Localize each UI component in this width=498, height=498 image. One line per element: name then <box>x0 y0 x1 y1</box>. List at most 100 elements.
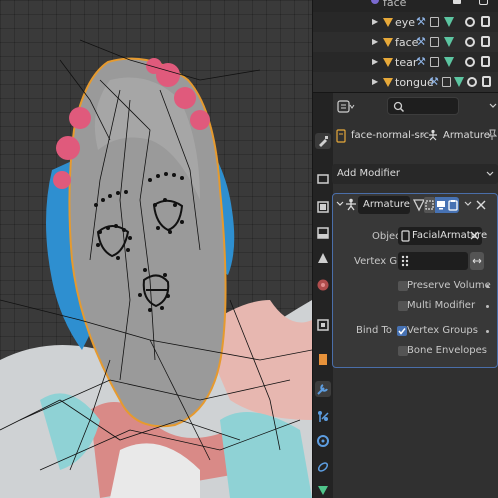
arrows-swap-icon <box>472 258 482 264</box>
constraints-icon <box>317 462 329 472</box>
properties-tab-bar <box>313 93 333 498</box>
vertex-group-field[interactable] <box>398 252 468 270</box>
eye-visibility-icon[interactable] <box>467 77 477 87</box>
outliner-row-face-armature[interactable]: face <box>313 0 498 12</box>
bind-to-label: Bind To <box>356 325 393 336</box>
chevron-down-icon <box>486 171 494 176</box>
add-modifier-button[interactable]: Add Modifier <box>332 164 498 184</box>
data-icon <box>430 17 439 27</box>
expand-triangle-icon[interactable]: ▶ <box>372 58 380 66</box>
breadcrumb-object-name: face-normal-src <box>351 130 430 141</box>
tab-world[interactable] <box>315 277 331 293</box>
tab-object[interactable] <box>315 351 331 367</box>
expand-triangle-icon[interactable]: ▶ <box>372 78 380 86</box>
render-icon <box>317 174 329 184</box>
wrench-modifier-icon: ⚒ <box>416 15 426 28</box>
search-icon <box>393 101 405 113</box>
tab-render[interactable] <box>315 171 331 187</box>
scene-icon <box>318 253 328 263</box>
tab-modifiers[interactable] <box>315 381 331 397</box>
tab-view-layer[interactable] <box>315 225 331 241</box>
outliner-row-face[interactable]: ▶ face ⚒ <box>313 32 498 52</box>
outliner-row-tongue[interactable]: ▶ tongue ⚒ <box>313 72 498 92</box>
object-icon <box>401 230 410 242</box>
wrench-modifier-icon: ⚒ <box>416 35 426 48</box>
output-icon <box>317 201 329 213</box>
outliner-row-tear[interactable]: ▶ tear ⚒ <box>313 52 498 72</box>
mesh-data-icon <box>318 486 328 495</box>
outliner-item-label: eye <box>395 15 416 29</box>
wrench-icon <box>317 384 328 395</box>
outliner-panel[interactable]: face ▶ eye ⚒ ▶ face ⚒ ▶ tear ⚒ ▶ tongue … <box>312 0 498 92</box>
tab-constraints[interactable] <box>315 459 331 475</box>
expand-triangle-icon[interactable]: ▶ <box>372 38 380 46</box>
camera-render-icon[interactable] <box>482 76 491 87</box>
tab-scene[interactable] <box>315 251 331 267</box>
animate-property-dot[interactable] <box>486 330 489 333</box>
expand-triangle-icon[interactable]: ▶ <box>372 18 380 26</box>
mesh-object-icon <box>383 57 393 67</box>
vertex-groups-checkbox[interactable] <box>397 326 407 336</box>
checkbox-icon[interactable] <box>453 0 461 4</box>
animate-property-dot[interactable] <box>486 305 489 308</box>
pin-icon[interactable] <box>487 129 497 141</box>
checkmark-icon <box>398 328 406 335</box>
wrench-modifier-icon: ⚒ <box>416 55 426 68</box>
clear-icon[interactable] <box>470 231 479 240</box>
data-icon <box>430 37 439 47</box>
cage-icon <box>425 200 434 210</box>
cage-toggle[interactable] <box>424 197 435 213</box>
viewport-scene <box>0 39 312 498</box>
chevron-down-icon[interactable] <box>489 103 497 109</box>
breadcrumb-separator: › <box>421 130 425 141</box>
data-icon <box>442 77 451 87</box>
editor-type-icon[interactable] <box>337 100 355 114</box>
object-field[interactable]: FacialArmature <box>398 227 487 245</box>
dropdown-chevron-icon[interactable] <box>464 201 472 207</box>
eye-visibility-icon[interactable] <box>465 37 475 47</box>
outliner-item-label: tongue <box>395 75 434 89</box>
camera-icon[interactable] <box>479 0 488 5</box>
tool-icon <box>319 136 328 147</box>
panel-collapse-icon[interactable] <box>336 200 344 208</box>
tab-tool[interactable] <box>315 133 331 149</box>
close-icon[interactable] <box>476 200 486 210</box>
physics-icon <box>317 435 329 447</box>
vertex-group-icon <box>444 17 454 27</box>
wrench-modifier-icon: ⚒ <box>429 75 439 88</box>
outliner-row-eye[interactable]: ▶ eye ⚒ <box>313 12 498 32</box>
animate-property-dot[interactable] <box>486 285 489 288</box>
render-toggle[interactable] <box>447 197 459 213</box>
tab-output[interactable] <box>315 199 331 215</box>
camera-render-icon[interactable] <box>481 16 490 27</box>
camera-render-icon[interactable] <box>481 56 490 67</box>
tab-particles[interactable] <box>315 409 331 425</box>
properties-header <box>333 93 498 121</box>
armature-icon <box>429 129 437 141</box>
mesh-object-icon <box>383 37 393 47</box>
tab-physics[interactable] <box>315 433 331 449</box>
camera-render-icon[interactable] <box>481 36 490 47</box>
armature-data-icon <box>371 0 379 4</box>
particles-icon <box>318 411 329 422</box>
eye-visibility-icon[interactable] <box>465 57 475 67</box>
vertex-group-icon <box>454 77 464 87</box>
camera-icon <box>448 200 458 211</box>
tab-collection[interactable] <box>315 317 331 333</box>
mesh-object-icon <box>336 129 346 143</box>
modifier-name-field[interactable]: Armature <box>358 196 410 214</box>
add-modifier-label: Add Modifier <box>337 168 400 179</box>
vertex-group-icon <box>401 255 409 267</box>
vertex-group-icon <box>444 57 454 67</box>
breadcrumb: face-normal-src › Armature <box>333 125 498 147</box>
outliner-item-label: tear <box>395 55 418 69</box>
armature-modifier-icon <box>346 198 356 211</box>
tab-data[interactable] <box>315 483 331 498</box>
realtime-toggle[interactable] <box>435 197 447 213</box>
mesh-object-icon <box>383 17 393 27</box>
3d-viewport[interactable] <box>0 0 312 498</box>
collection-icon <box>317 319 329 331</box>
eye-visibility-icon[interactable] <box>465 17 475 27</box>
outliner-item-label: face <box>395 35 419 49</box>
invert-vertex-group-button[interactable] <box>470 252 484 270</box>
